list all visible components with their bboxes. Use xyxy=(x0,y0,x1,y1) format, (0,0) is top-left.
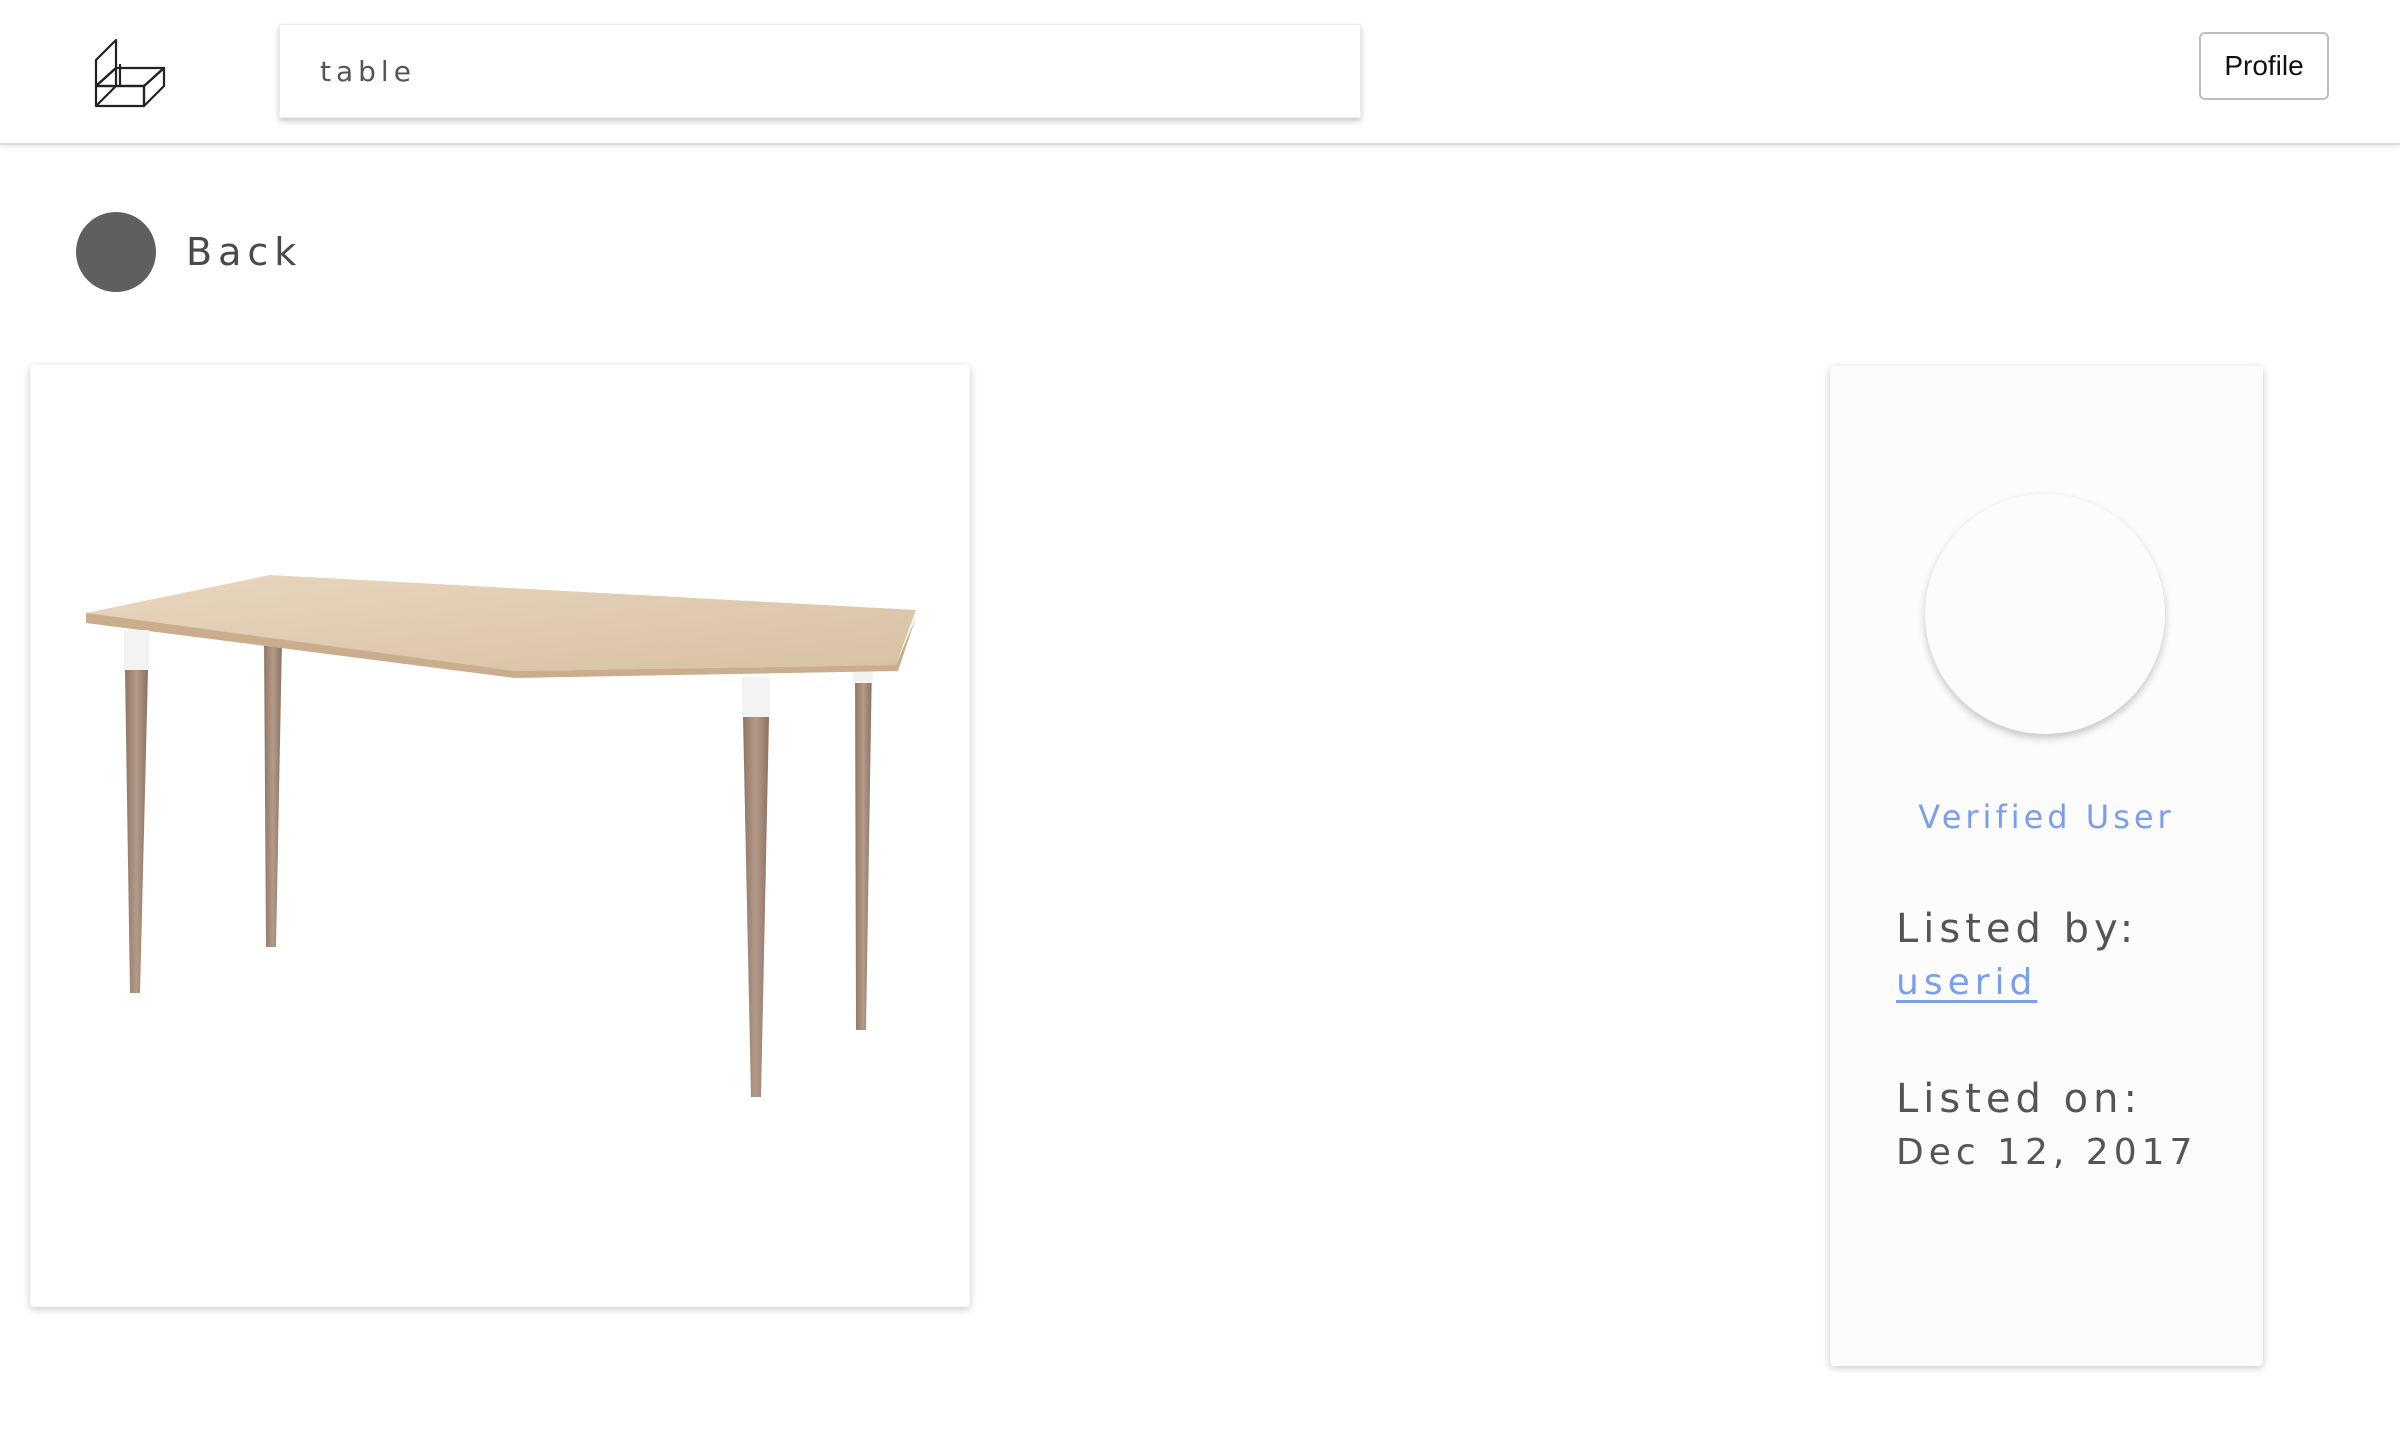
user-avatar[interactable] xyxy=(1925,494,2165,734)
profile-button[interactable]: Profile xyxy=(2199,32,2329,100)
verified-user-badge: Verified User xyxy=(1918,798,2175,836)
product-image-card xyxy=(30,365,970,1307)
search-input[interactable] xyxy=(318,25,1360,117)
back-button[interactable]: Back xyxy=(76,212,302,292)
listed-on-date: Dec 12, 2017 xyxy=(1896,1132,2198,1173)
listed-by-label: Listed by: xyxy=(1896,906,2139,952)
circle-back-icon[interactable] xyxy=(76,212,156,292)
search-bar[interactable] xyxy=(279,24,1361,118)
listed-on-label: Listed on: xyxy=(1896,1076,2142,1122)
cube-logo-icon[interactable] xyxy=(92,34,168,110)
listed-by-user-link[interactable]: userid xyxy=(1896,962,2037,1003)
table-product-image xyxy=(86,575,916,1097)
seller-info-card: Verified User Listed by: userid Listed o… xyxy=(1830,366,2263,1366)
back-label[interactable]: Back xyxy=(186,230,302,274)
top-navigation-bar: Profile xyxy=(0,0,2400,145)
